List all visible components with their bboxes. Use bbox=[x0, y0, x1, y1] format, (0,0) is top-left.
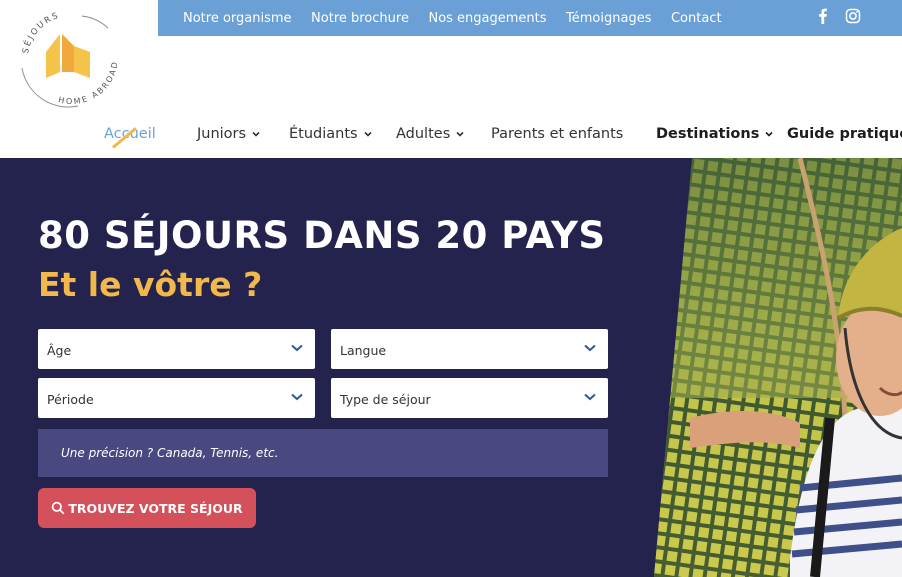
nav-adultes[interactable]: Adultes bbox=[396, 126, 464, 142]
chevron-down-icon bbox=[291, 344, 303, 352]
nav-guide-label: Guide pratique bbox=[787, 126, 902, 142]
precision-field-wrapper bbox=[38, 429, 608, 477]
top-link-engagements[interactable]: Nos engagements bbox=[428, 11, 546, 26]
language-select[interactable]: Langue bbox=[331, 329, 608, 369]
nav-adultes-label: Adultes bbox=[396, 126, 451, 142]
age-select[interactable]: Âge bbox=[38, 329, 315, 369]
facebook-icon[interactable] bbox=[815, 8, 831, 24]
stay-type-select-label: Type de séjour bbox=[340, 392, 431, 407]
language-select-label: Langue bbox=[340, 343, 387, 358]
chevron-down-icon bbox=[252, 131, 260, 137]
nav-destinations[interactable]: Destinations bbox=[656, 126, 773, 142]
hero-section: 80 SÉJOURS DANS 20 PAYS Et le vôtre ? Âg… bbox=[0, 158, 902, 577]
find-stay-button[interactable]: TROUVEZ VOTRE SÉJOUR bbox=[38, 488, 256, 528]
nav-destinations-label: Destinations bbox=[656, 126, 760, 142]
nav-parents-enfants[interactable]: Parents et enfants bbox=[491, 126, 623, 142]
top-bar: Notre organisme Notre brochure Nos engag… bbox=[158, 0, 902, 36]
top-link-organisme[interactable]: Notre organisme bbox=[183, 11, 292, 26]
search-icon bbox=[52, 501, 65, 515]
site-logo[interactable]: SÉJOURS HOME ABROAD bbox=[18, 10, 126, 110]
top-link-brochure[interactable]: Notre brochure bbox=[311, 11, 409, 26]
top-links: Notre organisme Notre brochure Nos engag… bbox=[183, 0, 741, 36]
chevron-down-icon bbox=[584, 344, 596, 352]
nav-etudiants[interactable]: Étudiants bbox=[289, 126, 372, 142]
nav-parents-label: Parents et enfants bbox=[491, 126, 624, 142]
top-link-contact[interactable]: Contact bbox=[671, 11, 722, 26]
chevron-down-icon bbox=[364, 131, 372, 137]
main-nav: Accueil Juniors Étudiants Adultes Parent… bbox=[0, 114, 902, 158]
nav-etudiants-label: Étudiants bbox=[289, 126, 358, 142]
chevron-down-icon bbox=[584, 393, 596, 401]
nav-guide-pratique[interactable]: Guide pratique bbox=[787, 126, 902, 142]
find-stay-button-label: TROUVEZ VOTRE SÉJOUR bbox=[68, 500, 243, 516]
hero-subtitle: Et le vôtre ? bbox=[38, 265, 263, 304]
chevron-down-icon bbox=[456, 131, 464, 137]
nav-juniors[interactable]: Juniors bbox=[197, 126, 260, 142]
chevron-down-icon bbox=[765, 131, 773, 137]
precision-input[interactable] bbox=[38, 429, 608, 477]
period-select-label: Période bbox=[47, 392, 94, 407]
instagram-icon[interactable] bbox=[845, 8, 861, 24]
top-link-temoignages[interactable]: Témoignages bbox=[566, 11, 651, 26]
social-links bbox=[815, 8, 861, 24]
age-select-label: Âge bbox=[47, 343, 72, 358]
period-select[interactable]: Période bbox=[38, 378, 315, 418]
stay-type-select[interactable]: Type de séjour bbox=[331, 378, 608, 418]
chevron-down-icon bbox=[291, 393, 303, 401]
hero-title: 80 SÉJOURS DANS 20 PAYS bbox=[38, 214, 606, 257]
nav-juniors-label: Juniors bbox=[197, 126, 247, 142]
